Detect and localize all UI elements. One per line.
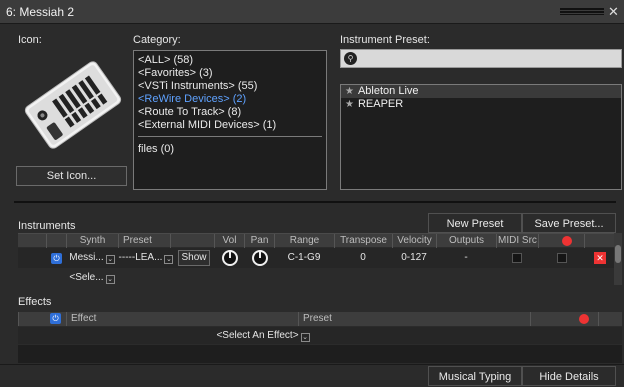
transpose-value[interactable]: 0 (334, 248, 392, 268)
preset-search-input[interactable] (361, 51, 616, 66)
show-button[interactable]: Show (178, 250, 210, 266)
add-synth-value: <Sele... (69, 272, 104, 283)
col-vol: Vol (214, 234, 244, 248)
col-synth: Synth (66, 234, 118, 248)
velocity-value[interactable]: 0-127 (392, 248, 436, 268)
resize-grip-icon[interactable] (560, 8, 604, 15)
title-bar: 6: Messiah 2 ✕ (0, 0, 624, 24)
instrument-preset-label: Instrument Preset: (340, 34, 430, 46)
col-enable (46, 234, 66, 248)
col-preset: Preset (118, 234, 170, 248)
preset-item-label: REAPER (357, 98, 404, 110)
icon-label: Icon: (18, 34, 42, 46)
close-icon[interactable]: ✕ (608, 4, 619, 20)
col-delete (584, 234, 614, 248)
section-divider (14, 201, 616, 203)
chevron-down-icon: ⌄ (105, 275, 115, 284)
hide-details-button[interactable]: Hide Details (522, 366, 616, 386)
preset-list[interactable]: ★ Ableton Live ★ REAPER (340, 84, 622, 190)
effects-power-icon[interactable]: ⏻ (50, 313, 61, 324)
instruments-label: Instruments (18, 220, 76, 232)
col-velocity: Velocity (392, 234, 436, 248)
power-icon[interactable]: ⏻ (51, 253, 62, 264)
bottom-bar: Musical Typing Hide Details (0, 364, 624, 387)
pan-knob[interactable] (252, 250, 268, 266)
category-files[interactable]: files (0) (138, 143, 322, 156)
midi-src-checkbox[interactable] (512, 253, 522, 263)
preset-item-label: Ableton Live (357, 85, 419, 97)
col-fx-end (598, 312, 622, 326)
window-title: 6: Messiah 2 (6, 5, 75, 19)
select-effect-dropdown[interactable]: <Select An Effect> ⌄ (198, 327, 328, 344)
category-item-rewire[interactable]: <ReWire Devices> (2) (138, 93, 322, 106)
star-icon: ★ (345, 99, 354, 110)
instrument-preset-value: -----LEA... (118, 252, 163, 263)
chevron-down-icon: ⌄ (105, 255, 115, 264)
instrument-synth-value: Messi... (69, 252, 104, 263)
instruments-scrollbar[interactable] (614, 233, 622, 285)
effects-label: Effects (18, 296, 52, 308)
category-item-all[interactable]: <ALL> (58) (138, 54, 322, 67)
add-synth-select[interactable]: <Sele... ⌄ (68, 268, 116, 288)
category-item-route-to-track[interactable]: <Route To Track> (8) (138, 106, 322, 119)
col-midi-src: MIDI Src (496, 234, 538, 248)
volume-knob[interactable] (222, 250, 238, 266)
category-item-vsti[interactable]: <VSTi Instruments> (55) (138, 80, 322, 93)
col-range: Range (274, 234, 334, 248)
preset-item[interactable]: ★ REAPER (341, 98, 621, 111)
outputs-value[interactable]: - (436, 248, 496, 268)
col-transpose: Transpose (334, 234, 392, 248)
instruments-table-header: Synth Preset Vol Pan Range Transpose Vel… (18, 233, 622, 248)
effects-add-row: <Select An Effect> ⌄ (18, 327, 622, 344)
col-fx-record (530, 312, 584, 326)
col-pan: Pan (244, 234, 274, 248)
effects-table-header: ⏻ Effect Preset (18, 312, 622, 326)
delete-icon[interactable]: ✕ (594, 252, 606, 264)
category-item-favorites[interactable]: <Favorites> (3) (138, 67, 322, 80)
record-checkbox[interactable] (557, 253, 567, 263)
range-value[interactable]: C-1-G9 (274, 248, 334, 268)
select-effect-value: <Select An Effect> (216, 330, 299, 341)
set-icon-button[interactable]: Set Icon... (16, 166, 127, 186)
record-icon[interactable] (562, 236, 572, 246)
musical-typing-button[interactable]: Musical Typing (428, 366, 522, 386)
star-icon: ★ (345, 86, 354, 97)
instrument-preset-select[interactable]: -----LEA... ⌄ (118, 248, 174, 268)
instrument-icon (18, 50, 128, 160)
chevron-down-icon: ⌄ (300, 333, 310, 342)
instrument-add-row: <Sele... ⌄ (18, 268, 614, 288)
search-icon: ⚲ (344, 52, 357, 65)
instrument-row[interactable]: ⏻ Messi... ⌄ -----LEA... ⌄ Show C-1-G9 0 0… (18, 248, 614, 268)
preset-search: ⚲ (340, 49, 622, 68)
category-list[interactable]: <ALL> (58) <Favorites> (3) <VSTi Instrum… (133, 50, 327, 190)
chevron-down-icon: ⌄ (164, 255, 174, 264)
effects-empty-row (18, 345, 622, 363)
col-record (538, 234, 584, 248)
category-divider (138, 136, 322, 137)
col-effect: Effect (66, 312, 298, 326)
col-fx-blank (18, 312, 46, 326)
record-icon[interactable] (579, 314, 589, 324)
new-preset-button[interactable]: New Preset (428, 213, 522, 233)
preset-item[interactable]: ★ Ableton Live (341, 85, 621, 98)
category-label: Category: (133, 34, 181, 46)
scrollbar-thumb[interactable] (615, 245, 621, 263)
col-outputs: Outputs (436, 234, 496, 248)
col-fx-preset: Preset (298, 312, 530, 326)
save-preset-button[interactable]: Save Preset... (522, 213, 616, 233)
category-item-external-midi[interactable]: <External MIDI Devices> (1) (138, 119, 322, 132)
instrument-synth-select[interactable]: Messi... ⌄ (68, 248, 116, 268)
col-show (170, 234, 214, 248)
